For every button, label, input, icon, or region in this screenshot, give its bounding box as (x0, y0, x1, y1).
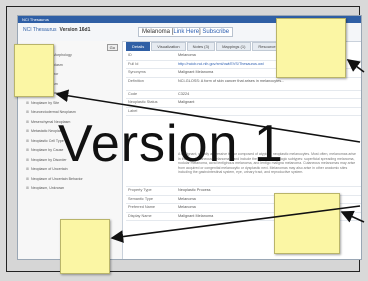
arrow-to-bottom-left-note (110, 205, 361, 243)
callout-arrows (55, 59, 365, 243)
arrow-to-top-right-note (346, 59, 365, 73)
slide-canvas: NCI Thesaurus NCI Thesaurus Version 16d1 … (0, 0, 368, 281)
arrow-to-bottom-right-note (340, 210, 365, 223)
arrow-to-top-left-note (55, 89, 361, 143)
